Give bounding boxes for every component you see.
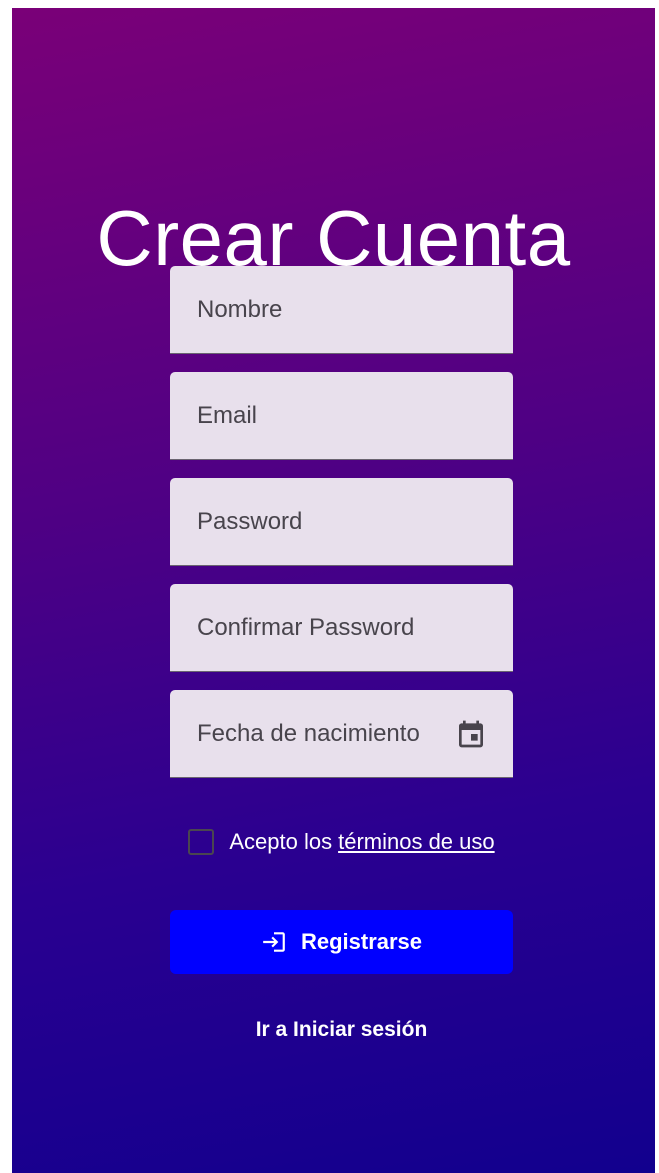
goto-login-link[interactable]: Ir a Iniciar sesión <box>170 1018 513 1042</box>
confirm-password-field[interactable] <box>170 584 513 672</box>
email-input[interactable] <box>170 372 513 459</box>
birthdate-field[interactable] <box>170 690 513 778</box>
register-button-label: Registrarse <box>300 929 423 954</box>
register-form: Acepto los términos de uso Registrarse I… <box>170 266 513 1041</box>
terms-row: Acepto los términos de uso <box>170 822 513 862</box>
register-screen: Crear Cuenta Acepto los términos de uso <box>12 8 655 1173</box>
name-input[interactable] <box>170 266 513 353</box>
password-field[interactable] <box>170 478 513 566</box>
terms-link[interactable]: términos de uso <box>338 829 495 855</box>
calendar-icon[interactable] <box>455 718 487 750</box>
login-icon <box>263 932 285 952</box>
terms-checkbox[interactable] <box>188 829 215 855</box>
password-input[interactable] <box>170 478 513 565</box>
email-field[interactable] <box>170 372 513 460</box>
terms-prefix: Acepto los <box>229 829 333 854</box>
confirm-password-input[interactable] <box>170 584 513 671</box>
register-button[interactable]: Registrarse <box>170 910 513 974</box>
name-field[interactable] <box>170 266 513 354</box>
